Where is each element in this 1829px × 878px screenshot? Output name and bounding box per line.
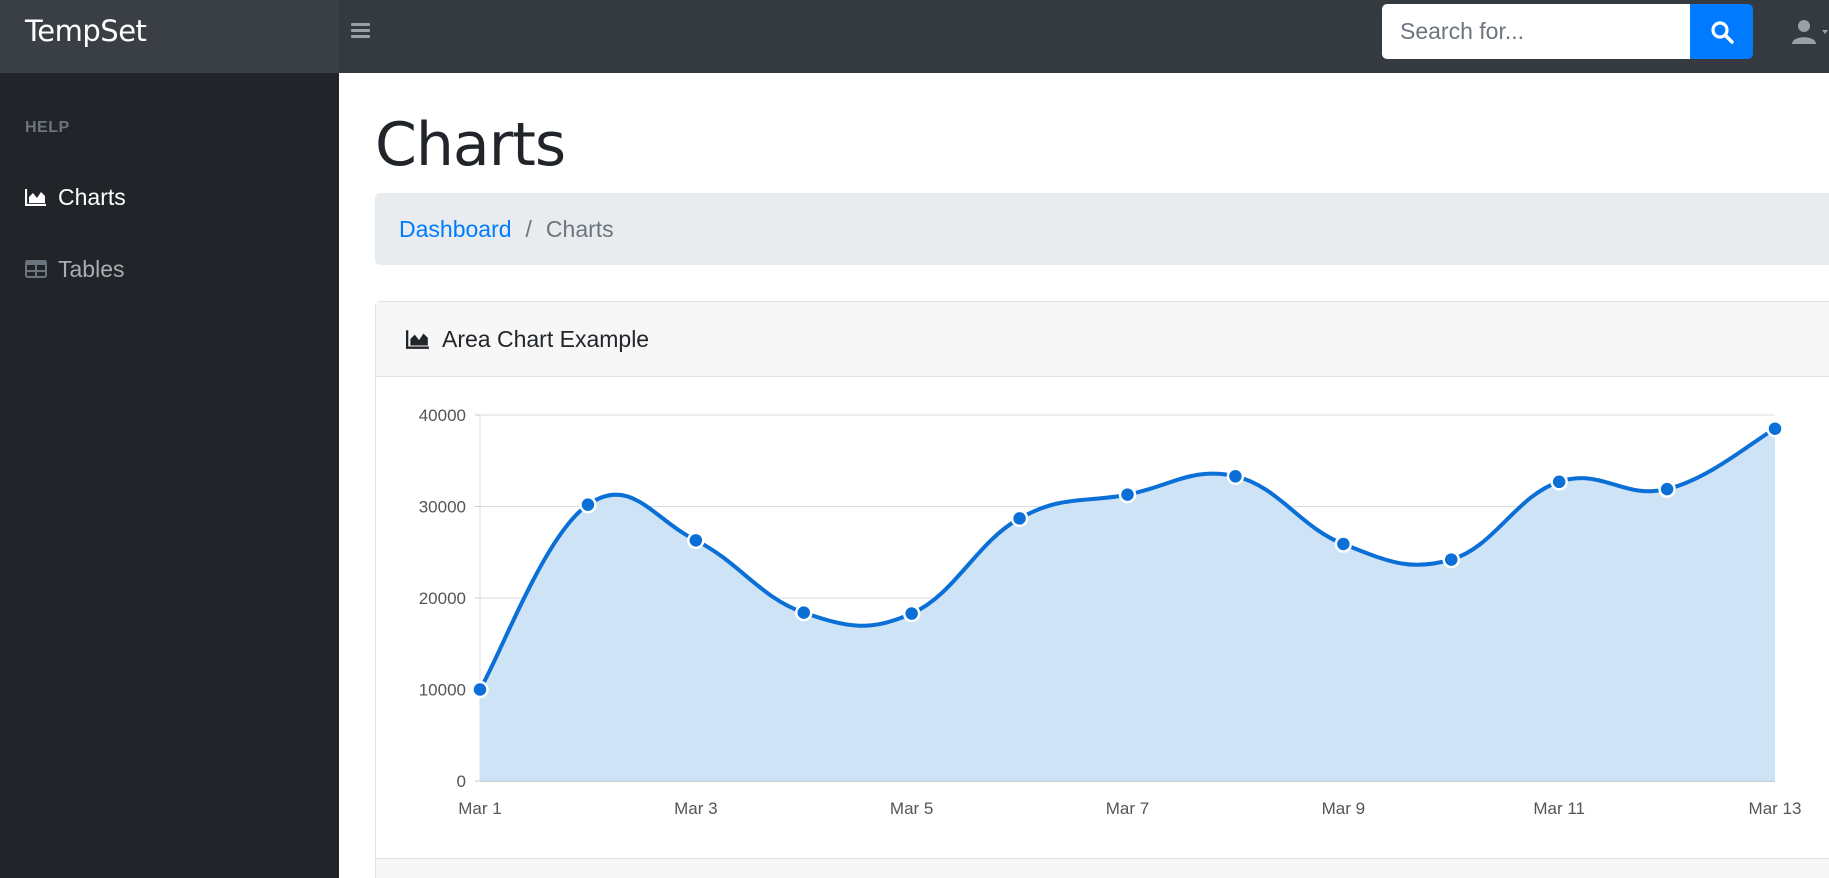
breadcrumb-separator: / — [525, 215, 532, 242]
x-tick-label: Mar 1 — [458, 799, 501, 818]
x-tick-label: Mar 13 — [1749, 799, 1802, 818]
sidebar-heading: HELP — [25, 119, 70, 136]
area-chart-icon — [25, 189, 46, 206]
y-tick-label: 40000 — [419, 406, 466, 425]
breadcrumb-current: Charts — [545, 215, 614, 242]
x-tick-label: Mar 11 — [1533, 799, 1585, 818]
data-point — [1766, 419, 1784, 438]
user-icon — [1792, 20, 1828, 44]
sidebar-item-charts[interactable]: Charts — [25, 182, 126, 212]
data-point — [795, 603, 813, 622]
x-tick-label: Mar 3 — [674, 799, 717, 818]
search-input[interactable] — [1382, 4, 1690, 59]
x-tick-label: Mar 9 — [1322, 799, 1365, 818]
data-point — [1442, 550, 1460, 569]
x-tick-label: Mar 5 — [890, 799, 933, 818]
page-title: Charts — [375, 110, 566, 180]
y-tick-label: 30000 — [419, 498, 466, 517]
breadcrumb: Dashboard / Charts — [375, 193, 1829, 265]
search-button[interactable] — [1690, 4, 1753, 59]
y-tick-label: 20000 — [419, 589, 466, 608]
top-navbar: TempSet — [0, 0, 1829, 73]
data-point — [1334, 535, 1353, 553]
card-footer — [376, 858, 1829, 878]
sidebar-item-tables[interactable]: Tables — [25, 254, 124, 284]
user-menu[interactable] — [1790, 18, 1829, 48]
data-point — [1118, 485, 1137, 504]
area-chart: 0 10000 20000 30000 40000 Mar 1 Mar 3 Mar 5 Mar … — [419, 406, 1802, 818]
breadcrumb-dashboard-link[interactable]: Dashboard — [399, 216, 512, 243]
y-tick-label: 0 — [457, 772, 466, 791]
data-point — [687, 531, 705, 550]
x-tick-label: Mar 7 — [1106, 799, 1149, 818]
y-tick-label: 10000 — [419, 681, 466, 700]
data-point — [902, 604, 921, 623]
brand-logo[interactable]: TempSet — [25, 14, 147, 48]
sidebar: HELP Charts Tables — [0, 73, 339, 878]
brand-area: TempSet — [0, 0, 339, 73]
data-point — [1226, 467, 1245, 486]
data-point — [579, 495, 597, 514]
data-point — [1550, 473, 1568, 491]
sidebar-item-label: Charts — [58, 183, 126, 210]
area-fill — [480, 428, 1775, 781]
sidebar-item-label: Tables — [58, 255, 125, 282]
data-point — [471, 680, 489, 699]
search-icon — [1710, 20, 1734, 44]
data-point — [1658, 480, 1676, 498]
area-chart-card: Area Chart Example 0 10000 20000 30000 40000… — [375, 301, 1829, 878]
sidebar-toggle-icon[interactable] — [351, 22, 371, 40]
data-point — [1010, 509, 1029, 528]
table-icon — [25, 260, 47, 278]
caret-down-icon — [1822, 30, 1828, 34]
